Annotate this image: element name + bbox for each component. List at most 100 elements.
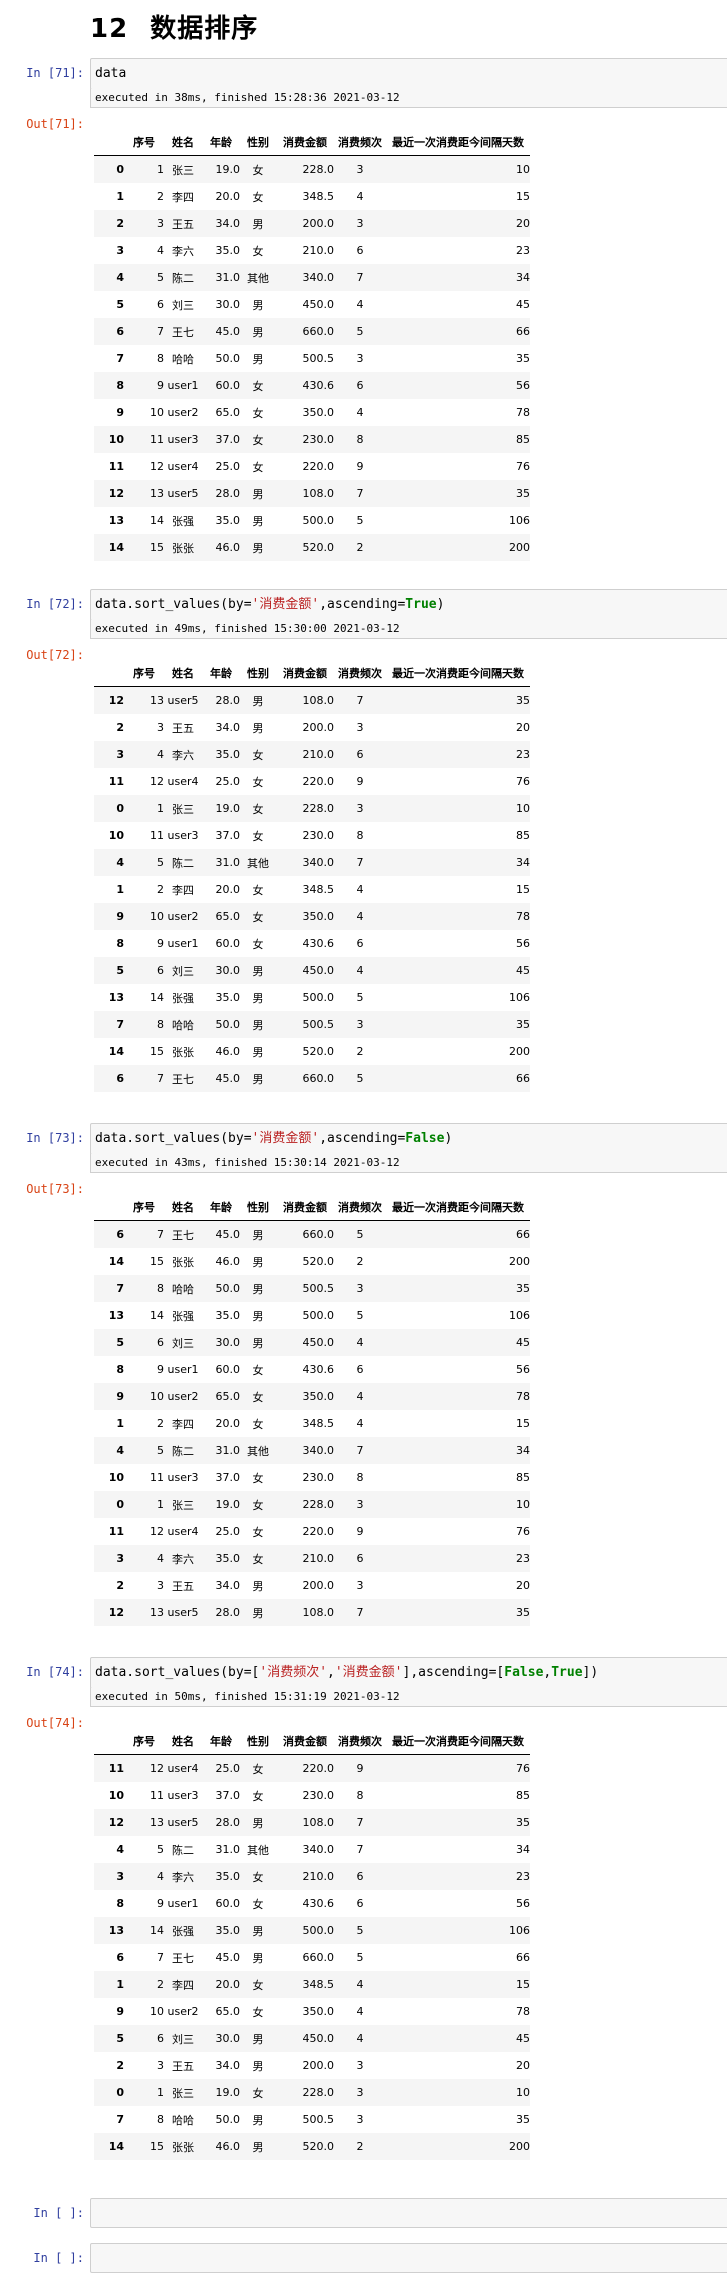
table-cell: 65.0 xyxy=(215,406,241,419)
table-cell: 女 xyxy=(252,379,264,393)
table-cell: 19.0 xyxy=(215,802,241,815)
table-header-row: 序号 姓名 年龄 性别 消费金额 消费频次 最近一次消费距今间隔天数 xyxy=(94,1193,530,1221)
table-cell: 78 xyxy=(516,2005,530,2018)
table-cell: 哈哈 xyxy=(172,1282,194,1296)
table-cell: 女 xyxy=(252,1417,264,1431)
table-cell: 45.0 xyxy=(215,325,241,338)
column-header: 年龄 xyxy=(202,659,240,687)
table-cell: 520.0 xyxy=(302,2140,335,2153)
table-cell: 女 xyxy=(252,2005,264,2019)
table-cell: 31.0 xyxy=(215,271,241,284)
table-cell: 8 xyxy=(157,1018,164,1031)
table-cell: 37.0 xyxy=(215,433,241,446)
table-cell: user2 xyxy=(167,2005,199,2018)
table-cell: 10 xyxy=(150,2005,164,2018)
table-cell: 28.0 xyxy=(215,1606,241,1619)
code-token: ,ascending= xyxy=(319,597,406,612)
table-cell: 男 xyxy=(252,1018,264,1032)
row-index: 2 xyxy=(116,2059,124,2072)
code-input[interactable]: data xyxy=(90,58,727,90)
execution-info: executed in 49ms, finished 15:30:00 2021… xyxy=(90,620,727,639)
table-cell: 女 xyxy=(252,1363,264,1377)
table-cell: 8 xyxy=(356,1789,364,1802)
table-cell: user4 xyxy=(167,775,199,788)
table-cell: 340.0 xyxy=(302,856,335,869)
table-cell: 28.0 xyxy=(215,487,241,500)
table-cell: 男 xyxy=(252,1309,264,1323)
code-token: '消费金额' xyxy=(251,597,320,612)
table-cell: 350.0 xyxy=(302,406,335,419)
table-cell: 108.0 xyxy=(302,1606,335,1619)
table-cell: user1 xyxy=(167,1363,199,1376)
table-cell: 220.0 xyxy=(302,775,335,788)
empty-code-input[interactable] xyxy=(90,2198,727,2228)
table-cell: 35.0 xyxy=(215,748,241,761)
row-index: 14 xyxy=(108,2140,124,2153)
table-cell: 女 xyxy=(252,1870,264,1884)
table-cell: 220.0 xyxy=(302,460,335,473)
table-cell: 哈哈 xyxy=(172,352,194,366)
column-header: 姓名 xyxy=(164,1727,202,1755)
table-cell: 5 xyxy=(356,325,364,338)
output-prompt: Out[73]: xyxy=(26,1182,84,1196)
code-input[interactable]: data.sort_values(by=['消费频次','消费金额'],asce… xyxy=(90,1657,727,1689)
column-header: 最近一次消费距今间隔天数 xyxy=(386,1193,530,1221)
code-token: ,ascending= xyxy=(319,1131,406,1146)
output-prompt: Out[71]: xyxy=(26,117,84,131)
table-cell: 刘三 xyxy=(172,298,194,312)
empty-code-input[interactable] xyxy=(90,2243,727,2273)
table-cell: 500.0 xyxy=(302,1924,335,1937)
table-row: 5 6 刘三 30.0 男 450.0 4 45 xyxy=(94,2025,530,2052)
code-input[interactable]: data.sort_values(by='消费金额',ascending=Fal… xyxy=(90,1123,727,1155)
code-input[interactable]: data.sort_values(by='消费金额',ascending=Tru… xyxy=(90,589,727,621)
table-cell: 430.6 xyxy=(302,1897,335,1910)
table-cell: 女 xyxy=(252,775,264,789)
column-header xyxy=(94,1727,124,1755)
table-cell: 76 xyxy=(516,460,530,473)
table-cell: 500.0 xyxy=(302,1309,335,1322)
table-cell: 50.0 xyxy=(215,1018,241,1031)
row-index: 7 xyxy=(116,1018,124,1031)
table-cell: 37.0 xyxy=(215,1471,241,1484)
table-cell: user4 xyxy=(167,1762,199,1775)
table-cell: 76 xyxy=(516,1525,530,1538)
row-index: 12 xyxy=(108,1606,124,1619)
table-cell: 男 xyxy=(252,1228,264,1242)
row-index: 9 xyxy=(116,910,124,923)
table-row: 0 1 张三 19.0 女 228.0 3 10 xyxy=(94,2079,530,2106)
table-header-row: 序号 姓名 年龄 性别 消费金额 消费频次 最近一次消费距今间隔天数 xyxy=(94,659,530,687)
table-cell: 12 xyxy=(150,1762,164,1775)
table-cell: 女 xyxy=(252,1789,264,1803)
table-row: 12 13 user5 28.0 男 108.0 7 35 xyxy=(94,686,530,714)
column-header: 最近一次消费距今间隔天数 xyxy=(386,1727,530,1755)
row-index: 13 xyxy=(108,514,124,527)
table-cell: 13 xyxy=(150,1816,164,1829)
row-index: 3 xyxy=(116,244,124,257)
table-row: 11 12 user4 25.0 女 220.0 9 76 xyxy=(94,1518,530,1545)
table-cell: 4 xyxy=(356,1336,364,1349)
row-index: 3 xyxy=(116,1552,124,1565)
table-cell: 340.0 xyxy=(302,1444,335,1457)
column-header: 姓名 xyxy=(164,1193,202,1221)
table-row: 0 1 张三 19.0 女 228.0 3 10 xyxy=(94,155,530,183)
table-cell: 34.0 xyxy=(215,1579,241,1592)
table-cell: user4 xyxy=(167,460,199,473)
table-cell: 其他 xyxy=(247,1843,269,1857)
table-row: 8 9 user1 60.0 女 430.6 6 56 xyxy=(94,930,530,957)
table-cell: 男 xyxy=(252,541,264,555)
row-index: 6 xyxy=(116,1072,124,1085)
table-cell: 4 xyxy=(356,1390,364,1403)
table-cell: 女 xyxy=(252,1525,264,1539)
table-cell: 5 xyxy=(356,1228,364,1241)
table-cell: 45 xyxy=(516,1336,530,1349)
table-cell: 5 xyxy=(356,1072,364,1085)
table-cell: 37.0 xyxy=(215,829,241,842)
table-cell: 340.0 xyxy=(302,271,335,284)
table-cell: 108.0 xyxy=(302,1816,335,1829)
table-cell: user3 xyxy=(167,829,199,842)
table-cell: 348.5 xyxy=(302,1417,335,1430)
table-cell: 35.0 xyxy=(215,514,241,527)
table-cell: 430.6 xyxy=(302,937,335,950)
row-index: 11 xyxy=(108,775,124,788)
table-cell: 3 xyxy=(356,217,364,230)
